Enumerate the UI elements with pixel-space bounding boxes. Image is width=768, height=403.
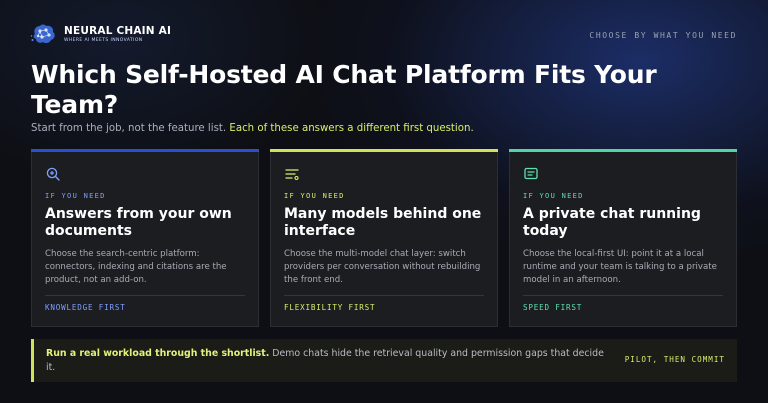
card-heading: Many models behind one interface	[284, 206, 482, 239]
section-eyebrow: CHOOSE BY WHAT YOU NEED	[589, 31, 737, 40]
recommendation-callout: Run a real workload through the shortlis…	[31, 339, 737, 382]
card-description: Choose the multi-model chat layer: switc…	[284, 249, 481, 285]
callout-tag: PILOT, THEN COMMIT	[624, 355, 725, 364]
card-description: Choose the search-centric platform: conn…	[45, 249, 227, 285]
card-footer-label: FLEXIBILITY FIRST	[284, 303, 376, 312]
card-heading: A private chat running today	[523, 206, 701, 239]
callout-bold: Run a real workload through the shortlis…	[46, 348, 270, 359]
card-kicker: IF YOU NEED	[45, 192, 106, 200]
chat-box-icon	[524, 167, 538, 180]
option-card-flexibility[interactable]: IF YOU NEED Many models behind one inter…	[270, 149, 498, 327]
card-footer-label: SPEED FIRST	[523, 303, 583, 312]
card-accent-bar	[31, 149, 259, 152]
callout-message: Run a real workload through the shortlis…	[46, 347, 616, 375]
card-footer-label: KNOWLEDGE FIRST	[45, 303, 126, 312]
card-divider	[45, 295, 245, 296]
card-kicker: IF YOU NEED	[523, 192, 584, 200]
list-lines-icon	[285, 169, 299, 181]
card-accent-bar	[270, 149, 498, 152]
page-subtitle: Start from the job, not the feature list…	[31, 123, 474, 134]
option-card-speed[interactable]: IF YOU NEED A private chat running today…	[509, 149, 737, 327]
brand-name: NEURAL CHAIN AI	[64, 25, 172, 37]
card-heading: Answers from your own documents	[45, 206, 232, 239]
brain-network-icon	[30, 24, 55, 44]
magnifier-plus-icon	[46, 167, 60, 181]
card-divider	[523, 295, 723, 296]
card-description: Choose the local-first UI: point it at a…	[523, 249, 717, 285]
brand-tagline: WHERE AI MEETS INNOVATION	[64, 38, 143, 43]
brand-logo[interactable]: NEURAL CHAIN AI WHERE AI MEETS INNOVATIO…	[30, 22, 171, 46]
card-kicker: IF YOU NEED	[284, 192, 345, 200]
card-divider	[284, 295, 484, 296]
subtitle-plain: Start from the job, not the feature list…	[31, 123, 227, 134]
page-title: Which Self-Hosted AI Chat Platform Fits …	[31, 60, 657, 119]
subtitle-highlight: Each of these answers a different first …	[229, 123, 474, 134]
card-accent-bar	[509, 149, 737, 152]
option-card-knowledge[interactable]: IF YOU NEED Answers from your own docume…	[31, 149, 259, 327]
